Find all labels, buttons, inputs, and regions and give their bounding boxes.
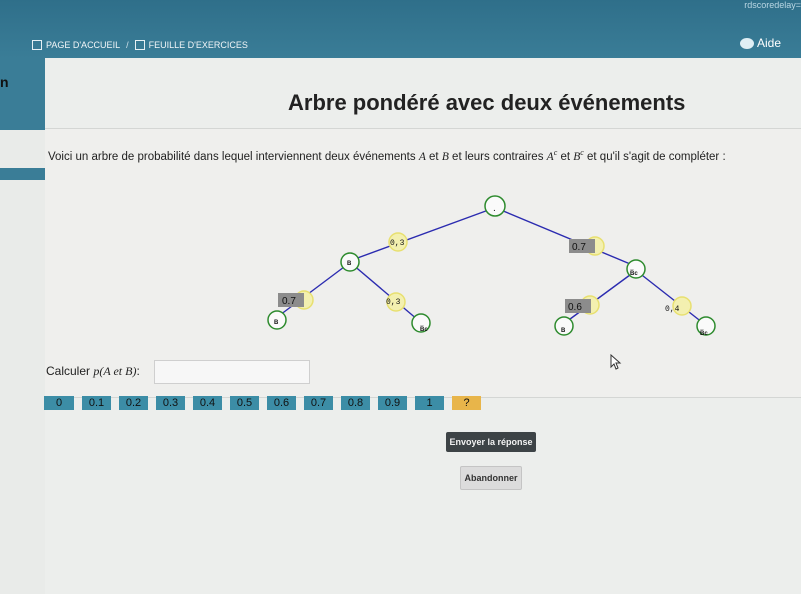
probability-tree: 0,3 0.7 0.7 0,3 0.6 0,4 . B B̅c B B̅c B … [267, 195, 716, 337]
intro-start: Voici un arbre de probabilité dans leque… [48, 150, 419, 163]
intro-end: et qu'il s'agit de compléter : [583, 150, 726, 163]
page-title: Arbre pondéré avec deux événements [288, 90, 686, 115]
edge-root-left [351, 207, 495, 261]
choice-0-1[interactable]: 0.1 [82, 396, 111, 410]
side-accent [0, 58, 45, 130]
leaf-ll-label: B [274, 320, 279, 326]
choice-0-5[interactable]: 0.5 [230, 396, 259, 410]
calc-prompt: Calculer p(A et B): [46, 364, 140, 379]
side-accent-lower [0, 168, 45, 180]
intro-and-2: et [557, 150, 574, 163]
side-text: n [0, 74, 9, 90]
help-label[interactable]: Aide [757, 36, 781, 50]
intro-and-1: et [425, 150, 442, 163]
answer-input[interactable] [154, 360, 310, 384]
home-icon [32, 40, 42, 50]
root-label: . [493, 203, 496, 214]
intro-mid: et leurs contraires [448, 150, 547, 163]
calc-prefix: Calculer [46, 364, 94, 378]
breadcrumb-exercises-label[interactable]: FEUILLE D'EXERCICES [149, 40, 248, 50]
help-icon [739, 37, 754, 49]
weight-ll: 0.7 [282, 296, 296, 307]
choice-0-8[interactable]: 0.8 [341, 396, 370, 410]
choice-0-4[interactable]: 0.4 [193, 396, 222, 410]
choice-0-7[interactable]: 0.7 [304, 396, 333, 410]
breadcrumb-separator: / [126, 40, 129, 50]
abandon-button[interactable]: Abandonner [460, 466, 522, 490]
leaf-rl-label: B [561, 328, 566, 334]
top-bar: rdscoredelay= PAGE D'ACCUEIL / FEUILLE D… [0, 0, 801, 58]
edge-left-left [279, 263, 349, 316]
choice-0-2[interactable]: 0.2 [119, 396, 148, 410]
breadcrumb-exercises[interactable]: FEUILLE D'EXERCICES [134, 40, 248, 50]
var-a-complement: A [546, 150, 554, 163]
choice-1[interactable]: 1 [415, 396, 444, 410]
var-b: B [441, 150, 449, 163]
choice-0-6[interactable]: 0.6 [267, 396, 296, 410]
breadcrumb-home[interactable]: PAGE D'ACCUEIL [32, 40, 120, 50]
choice-0[interactable]: 0 [44, 396, 74, 410]
edge-right-right [637, 271, 704, 324]
choice-0-9[interactable]: 0.9 [378, 396, 407, 410]
edge-left-right [351, 263, 419, 321]
exercise-intro: Voici un arbre de probabilité dans leque… [48, 148, 726, 163]
document-icon [134, 40, 145, 50]
node-left-label: B [347, 261, 352, 267]
weight-lr: 0,3 [386, 298, 401, 307]
node-right-label: B̅c [630, 270, 638, 277]
weight-rr: 0,4 [665, 305, 680, 314]
choice-unknown[interactable]: ? [452, 396, 481, 410]
choice-0-3[interactable]: 0.3 [156, 396, 185, 410]
url-fragment: rdscoredelay= [744, 0, 801, 10]
weight-left: 0,3 [390, 239, 405, 248]
edge-right-left [565, 271, 635, 323]
leaf-lr-label: B̅c [420, 326, 428, 333]
edge-root-right [495, 207, 636, 267]
weight-right: 0.7 [572, 242, 586, 253]
calc-expression: p(A et B) [93, 364, 137, 378]
leaf-rr-label: B̅c [700, 330, 708, 337]
send-answer-button[interactable]: Envoyer la réponse [446, 432, 536, 452]
breadcrumb-home-label[interactable]: PAGE D'ACCUEIL [46, 40, 120, 50]
breadcrumb: PAGE D'ACCUEIL / FEUILLE D'EXERCICES [32, 40, 248, 50]
mouse-cursor-icon [610, 354, 622, 370]
help-link[interactable]: Aide [739, 36, 781, 50]
weight-rl: 0.6 [568, 302, 582, 313]
calc-suffix: : [136, 364, 140, 378]
choice-bar: 0 0.1 0.2 0.3 0.4 0.5 0.6 0.7 0.8 0.9 1 … [44, 396, 481, 410]
var-a: A [418, 150, 426, 163]
